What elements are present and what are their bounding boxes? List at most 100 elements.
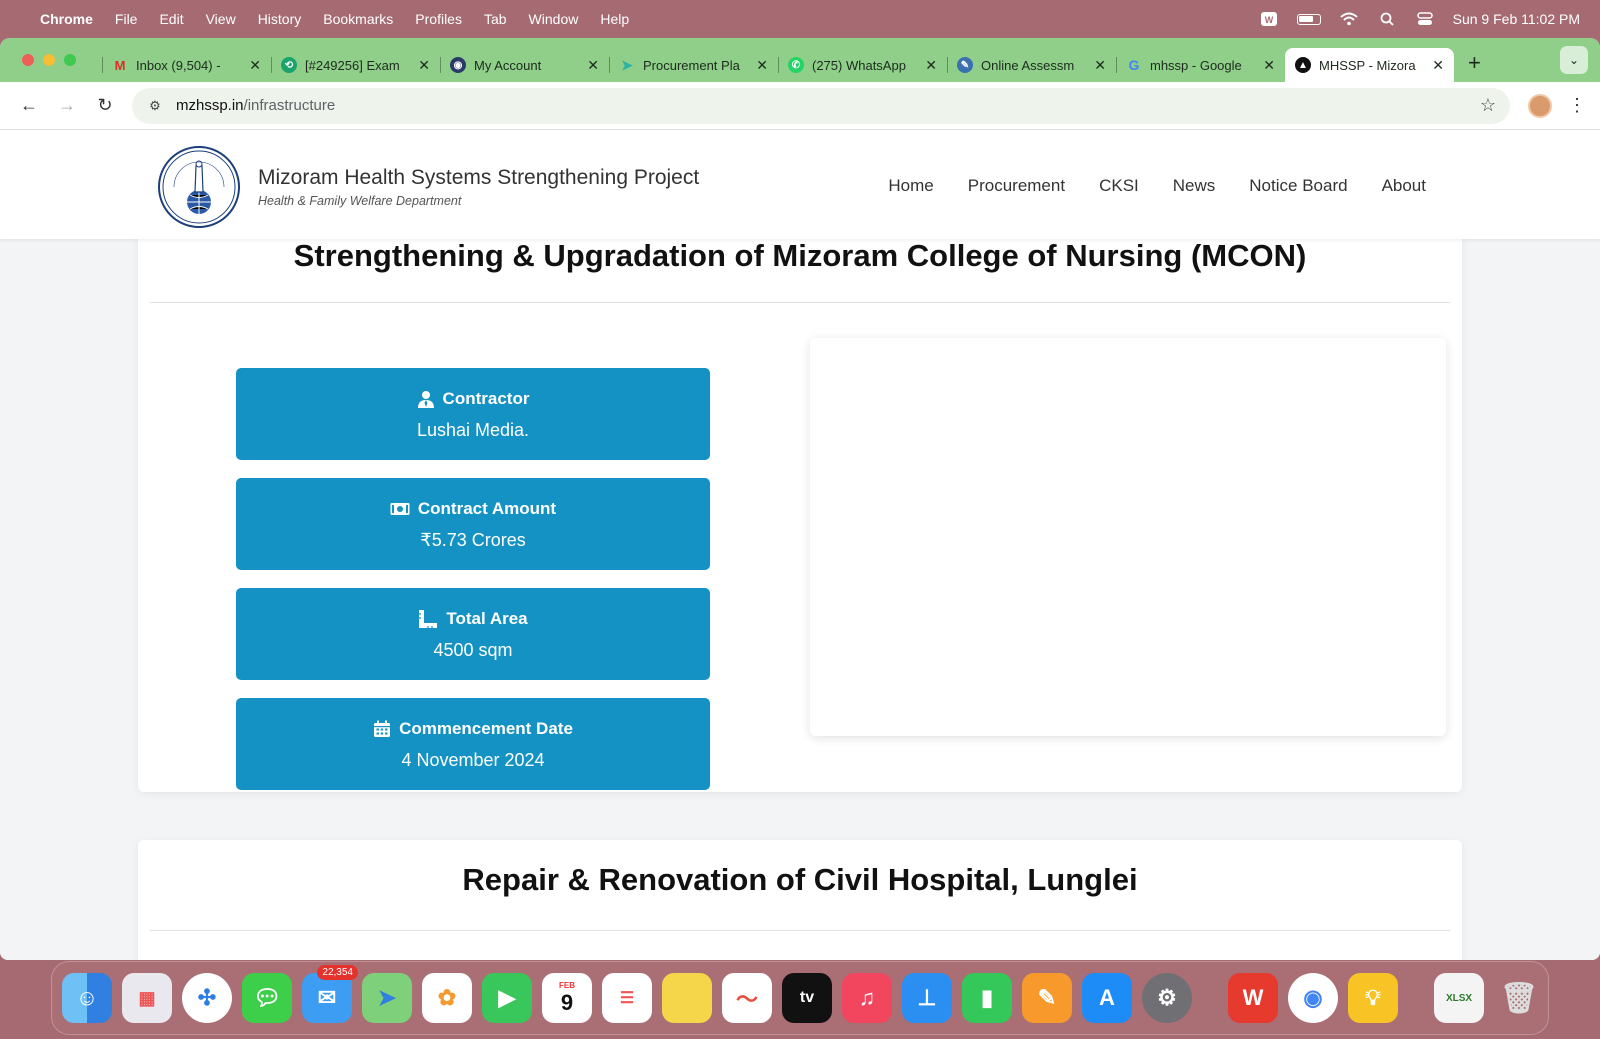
close-tab-icon[interactable]: ✕ bbox=[756, 57, 768, 74]
calendar-app-icon[interactable]: FEB 9 bbox=[542, 973, 592, 1023]
close-tab-icon[interactable]: ✕ bbox=[249, 57, 261, 74]
app-store-icon[interactable]: A bbox=[1082, 973, 1132, 1023]
tab-gmail[interactable]: M Inbox (9,504) - ✕ bbox=[102, 48, 271, 82]
minimize-window-button[interactable] bbox=[43, 54, 55, 66]
wifi-icon[interactable] bbox=[1339, 11, 1359, 27]
tab-online-assessment[interactable]: ✎ Online Assessm ✕ bbox=[947, 48, 1116, 82]
control-center-icon[interactable] bbox=[1415, 11, 1435, 27]
trash-icon[interactable]: 🗑︎ bbox=[1494, 973, 1544, 1023]
tab-title: mhssp - Google bbox=[1150, 57, 1242, 73]
spotlight-search-icon[interactable] bbox=[1377, 11, 1397, 27]
site-title[interactable]: Mizoram Health Systems Strengthening Pro… bbox=[258, 166, 699, 190]
profile-avatar[interactable] bbox=[1528, 93, 1552, 118]
calendar-day: 9 bbox=[560, 989, 574, 1015]
maps-icon[interactable]: ➤ bbox=[362, 973, 412, 1023]
address-bar[interactable]: ⚙ mzhssp.in/infrastructure ☆ bbox=[132, 87, 1510, 124]
divider bbox=[150, 930, 1450, 931]
new-tab-button[interactable]: + bbox=[1468, 50, 1481, 76]
messages-icon[interactable]: 💬︎ bbox=[242, 973, 292, 1023]
menu-bar-clock[interactable]: Sun 9 Feb 11:02 PM bbox=[1453, 11, 1580, 27]
nav-news[interactable]: News bbox=[1173, 176, 1216, 196]
money-bill-icon bbox=[390, 503, 410, 515]
forward-arrow-icon[interactable]: → bbox=[52, 91, 82, 121]
apple-tv-icon[interactable]: tv bbox=[782, 973, 832, 1023]
tab-search-chevron-icon[interactable]: ⌄ bbox=[1560, 46, 1588, 74]
svg-text:W: W bbox=[1264, 15, 1273, 25]
menu-edit[interactable]: Edit bbox=[159, 11, 183, 27]
menu-profiles[interactable]: Profiles bbox=[415, 11, 462, 27]
close-tab-icon[interactable]: ✕ bbox=[587, 57, 599, 74]
mhssp-logo[interactable] bbox=[158, 146, 240, 228]
nav-procurement[interactable]: Procurement bbox=[968, 176, 1065, 196]
url-host: mzhssp.in bbox=[176, 97, 244, 114]
menu-file[interactable]: File bbox=[115, 11, 138, 27]
menu-view[interactable]: View bbox=[206, 11, 236, 27]
tab-mhssp-active[interactable]: ▲ MHSSP - Mizora ✕ bbox=[1285, 48, 1454, 82]
close-tab-icon[interactable]: ✕ bbox=[925, 57, 937, 74]
reminders-icon[interactable]: ☰ bbox=[602, 973, 652, 1023]
battery-icon[interactable] bbox=[1296, 13, 1321, 25]
zoom-window-button[interactable] bbox=[64, 54, 76, 66]
notes-icon[interactable] bbox=[662, 973, 712, 1023]
macos-menu-bar: Chrome File Edit View History Bookmarks … bbox=[0, 0, 1600, 38]
xlsx-file-icon[interactable]: XLSX bbox=[1434, 973, 1484, 1023]
tab-title: [#249256] Exam bbox=[305, 57, 400, 73]
close-tab-icon[interactable]: ✕ bbox=[418, 57, 430, 74]
wps-office-icon[interactable]: W bbox=[1228, 973, 1278, 1023]
menu-app-name[interactable]: Chrome bbox=[40, 11, 93, 27]
site-info-icon[interactable]: ⚙ bbox=[146, 97, 164, 115]
bookmark-star-icon[interactable]: ☆ bbox=[1480, 95, 1496, 116]
close-tab-icon[interactable]: ✕ bbox=[1432, 57, 1444, 74]
facetime-icon[interactable]: ▶ bbox=[482, 973, 532, 1023]
safari-icon[interactable]: ✣ bbox=[182, 973, 232, 1023]
tab-title: My Account bbox=[474, 57, 542, 73]
wps-status-icon[interactable]: W bbox=[1259, 11, 1279, 27]
project-card: Strengthening & Upgradation of Mizoram C… bbox=[138, 210, 1462, 792]
nav-cksi[interactable]: CKSI bbox=[1099, 176, 1139, 196]
contractor-value: Lushai Media. bbox=[416, 420, 530, 440]
pages-icon[interactable]: ✎ bbox=[1022, 973, 1072, 1023]
back-arrow-icon[interactable]: ← bbox=[14, 91, 44, 121]
macos-dock: ☺ ▦ ✣ 💬︎ ✉ 22,354 ➤ ✿ ▶ FEB 9 ☰ 〜 tv ♫ ⊥ ▮… bbox=[51, 961, 1549, 1035]
total-area-label: Total Area bbox=[446, 609, 528, 628]
menu-bookmarks[interactable]: Bookmarks bbox=[323, 11, 393, 27]
assessment-icon: ✎ bbox=[957, 57, 973, 73]
menu-history[interactable]: History bbox=[258, 11, 302, 27]
tab-ticket[interactable]: ⟲ [#249256] Exam ✕ bbox=[271, 48, 440, 82]
nav-notice-board[interactable]: Notice Board bbox=[1249, 176, 1347, 196]
tab-my-account[interactable]: ◉ My Account ✕ bbox=[440, 48, 609, 82]
chrome-icon[interactable]: ◉ bbox=[1288, 973, 1338, 1023]
total-area-box: Total Area 4500 sqm bbox=[236, 588, 710, 680]
main-nav: Home Procurement CKSI News Notice Board … bbox=[888, 176, 1426, 196]
tab-procurement[interactable]: ➤ Procurement Pla ✕ bbox=[609, 48, 778, 82]
nav-home[interactable]: Home bbox=[888, 176, 933, 196]
tips-icon[interactable]: 💡︎ bbox=[1348, 973, 1398, 1023]
numbers-icon[interactable]: ▮ bbox=[962, 973, 1012, 1023]
finder-icon[interactable]: ☺ bbox=[62, 973, 112, 1023]
mail-icon[interactable]: ✉ 22,354 bbox=[302, 965, 358, 1023]
tab-whatsapp[interactable]: ✆ (275) WhatsApp ✕ bbox=[778, 48, 947, 82]
photos-icon[interactable]: ✿ bbox=[422, 973, 472, 1023]
chrome-window: M Inbox (9,504) - ✕ ⟲ [#249256] Exam ✕ ◉… bbox=[0, 38, 1600, 960]
close-window-button[interactable] bbox=[22, 54, 34, 66]
reload-icon[interactable]: ↻ bbox=[90, 91, 120, 121]
site-header: Mizoram Health Systems Strengthening Pro… bbox=[0, 130, 1600, 239]
keynote-icon[interactable]: ⊥ bbox=[902, 973, 952, 1023]
system-settings-icon[interactable]: ⚙ bbox=[1142, 973, 1192, 1023]
music-icon[interactable]: ♫ bbox=[842, 973, 892, 1023]
site-subtitle: Health & Family Welfare Department bbox=[258, 194, 462, 208]
launchpad-icon[interactable]: ▦ bbox=[122, 973, 172, 1023]
page-viewport: Mizoram Health Systems Strengthening Pro… bbox=[0, 130, 1600, 960]
menu-help[interactable]: Help bbox=[600, 11, 629, 27]
procurement-icon: ➤ bbox=[621, 56, 633, 73]
project-card: Repair & Renovation of Civil Hospital, L… bbox=[138, 840, 1462, 960]
close-tab-icon[interactable]: ✕ bbox=[1263, 57, 1275, 74]
menu-window[interactable]: Window bbox=[529, 11, 579, 27]
menu-tab[interactable]: Tab bbox=[484, 11, 507, 27]
nav-about[interactable]: About bbox=[1382, 176, 1426, 196]
more-menu-icon[interactable]: ⋮ bbox=[1568, 95, 1586, 116]
close-tab-icon[interactable]: ✕ bbox=[1094, 57, 1106, 74]
tab-google-search[interactable]: G mhssp - Google ✕ bbox=[1116, 48, 1285, 82]
commencement-date-value: 4 November 2024 bbox=[401, 750, 545, 770]
freeform-icon[interactable]: 〜 bbox=[722, 973, 772, 1023]
